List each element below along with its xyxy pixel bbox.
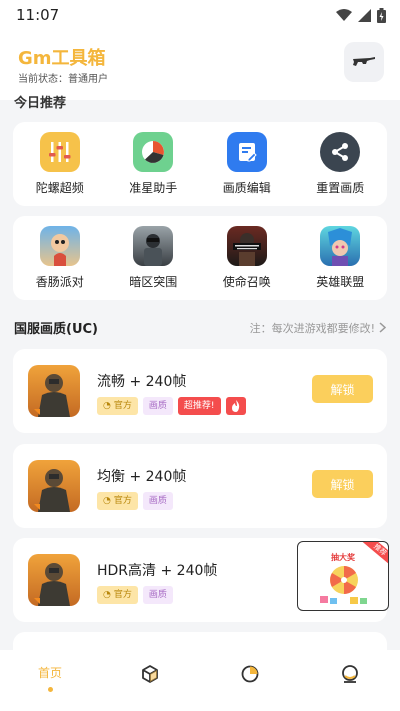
user-status: 当前状态：普通用户	[18, 74, 108, 85]
arena-breakout-icon	[133, 226, 174, 266]
tool-label: 重置画质	[316, 181, 365, 195]
game-label: 使命召唤	[222, 275, 271, 289]
official-tag: ◔ 官方	[97, 492, 138, 510]
rifle-icon	[353, 57, 375, 66]
tool-label: 陀螺超频	[35, 181, 84, 195]
recommend-tag: 超推荐!	[177, 397, 221, 415]
tool-reset-quality[interactable]: 重置画质	[295, 132, 385, 196]
badge-icon: ◔	[103, 496, 111, 506]
gun-settings-button[interactable]	[344, 42, 384, 82]
nav-profile[interactable]	[320, 664, 380, 684]
tool-label: 画质编辑	[222, 181, 271, 195]
preset-card: 流畅 + 240帧 ◔ 官方 画质 超推荐! 解锁	[13, 349, 387, 433]
preset-name: 流畅 + 240帧	[97, 374, 187, 390]
profile-icon	[342, 665, 358, 683]
crosshair-pie-icon	[133, 132, 174, 172]
official-tag: ◔ 官方	[97, 397, 138, 415]
call-of-duty-icon	[226, 226, 267, 266]
quality-edit-icon	[226, 132, 267, 172]
fire-icon	[225, 397, 246, 415]
section-title: 国服画质(UC)	[14, 322, 98, 337]
gyro-equalizer-icon	[39, 132, 80, 172]
badge-icon: ◔	[103, 590, 111, 600]
quality-tag: 画质	[142, 397, 173, 415]
game-label: 英雄联盟	[316, 275, 365, 289]
tools-card: 陀螺超频 准星助手 画质编辑 重置画质	[13, 122, 387, 206]
lottery-ad[interactable]: 推荐 抽大奖	[297, 541, 389, 611]
games-card: 香肠派对 暗区突围 使命召唤 英雄联盟	[13, 216, 387, 300]
prize-wheel-icon	[320, 566, 367, 604]
game-league-of-legends[interactable]: 英雄联盟	[295, 226, 385, 290]
cube-icon	[142, 665, 158, 683]
preset-tags: ◔ 官方 画质 超推荐!	[97, 397, 246, 415]
preset-name: 均衡 + 240帧	[97, 469, 187, 485]
preset-tags: ◔ 官方 画质	[97, 492, 173, 510]
game-label: 暗区突围	[129, 275, 178, 289]
section-note: 注：每次进游戏都要修改!	[249, 321, 375, 335]
nav-stats[interactable]	[220, 664, 280, 684]
pubg-thumbnail-icon	[28, 365, 80, 417]
app-title: Gm工具箱	[18, 48, 106, 69]
section-note-link[interactable]: 注：每次进游戏都要修改!	[250, 320, 386, 336]
tool-quality-editor[interactable]: 画质编辑	[202, 132, 292, 196]
chart-ring-icon	[241, 665, 259, 683]
pubg-thumbnail-icon	[28, 554, 80, 606]
nav-cube[interactable]	[120, 664, 180, 684]
game-arena-breakout[interactable]: 暗区突围	[108, 226, 198, 290]
league-of-legends-icon	[320, 226, 361, 266]
preset-name: HDR高清 + 240帧	[97, 563, 218, 579]
nav-label: 首页	[37, 666, 62, 680]
preset-tags: ◔ 官方 画质	[97, 586, 173, 604]
quality-tag: 画质	[142, 492, 173, 510]
chevron-right-icon	[379, 322, 386, 333]
battery-icon	[377, 7, 386, 23]
app-header: Gm工具箱 当前状态：普通用户	[0, 30, 400, 100]
signal-icon	[358, 8, 371, 22]
tool-gyro-overclock[interactable]: 陀螺超频	[15, 132, 105, 196]
tool-crosshair-assistant[interactable]: 准星助手	[108, 132, 198, 196]
pubg-thumbnail-icon	[28, 460, 80, 512]
badge-icon: ◔	[103, 401, 111, 411]
wifi-icon	[336, 8, 352, 21]
preset-card: 均衡 + 240帧 ◔ 官方 画质 解锁	[13, 444, 387, 528]
unlock-button[interactable]: 解锁	[312, 470, 373, 498]
status-icons	[336, 7, 386, 23]
official-tag-label: 官方	[113, 401, 132, 411]
status-time: 11:07	[16, 6, 60, 24]
reset-share-icon	[320, 132, 361, 172]
game-sausage-party[interactable]: 香肠派对	[15, 226, 105, 290]
game-label: 香肠派对	[35, 275, 84, 289]
tool-label: 准星助手	[129, 181, 178, 195]
bottom-nav: 首页	[0, 650, 400, 711]
official-tag-label: 官方	[113, 590, 132, 600]
official-tag: ◔ 官方	[97, 586, 138, 604]
game-call-of-duty[interactable]: 使命召唤	[202, 226, 292, 290]
today-section-title: 今日推荐	[14, 96, 67, 111]
official-tag-label: 官方	[113, 496, 132, 506]
status-bar: 11:07	[0, 0, 400, 30]
section-header: 国服画质(UC) 注：每次进游戏都要修改!	[14, 318, 386, 337]
unlock-button[interactable]: 解锁	[312, 375, 373, 403]
nav-home[interactable]: 首页	[20, 664, 80, 692]
quality-tag: 画质	[142, 586, 173, 604]
nav-active-dot	[47, 687, 53, 692]
sausage-party-icon	[39, 226, 80, 266]
